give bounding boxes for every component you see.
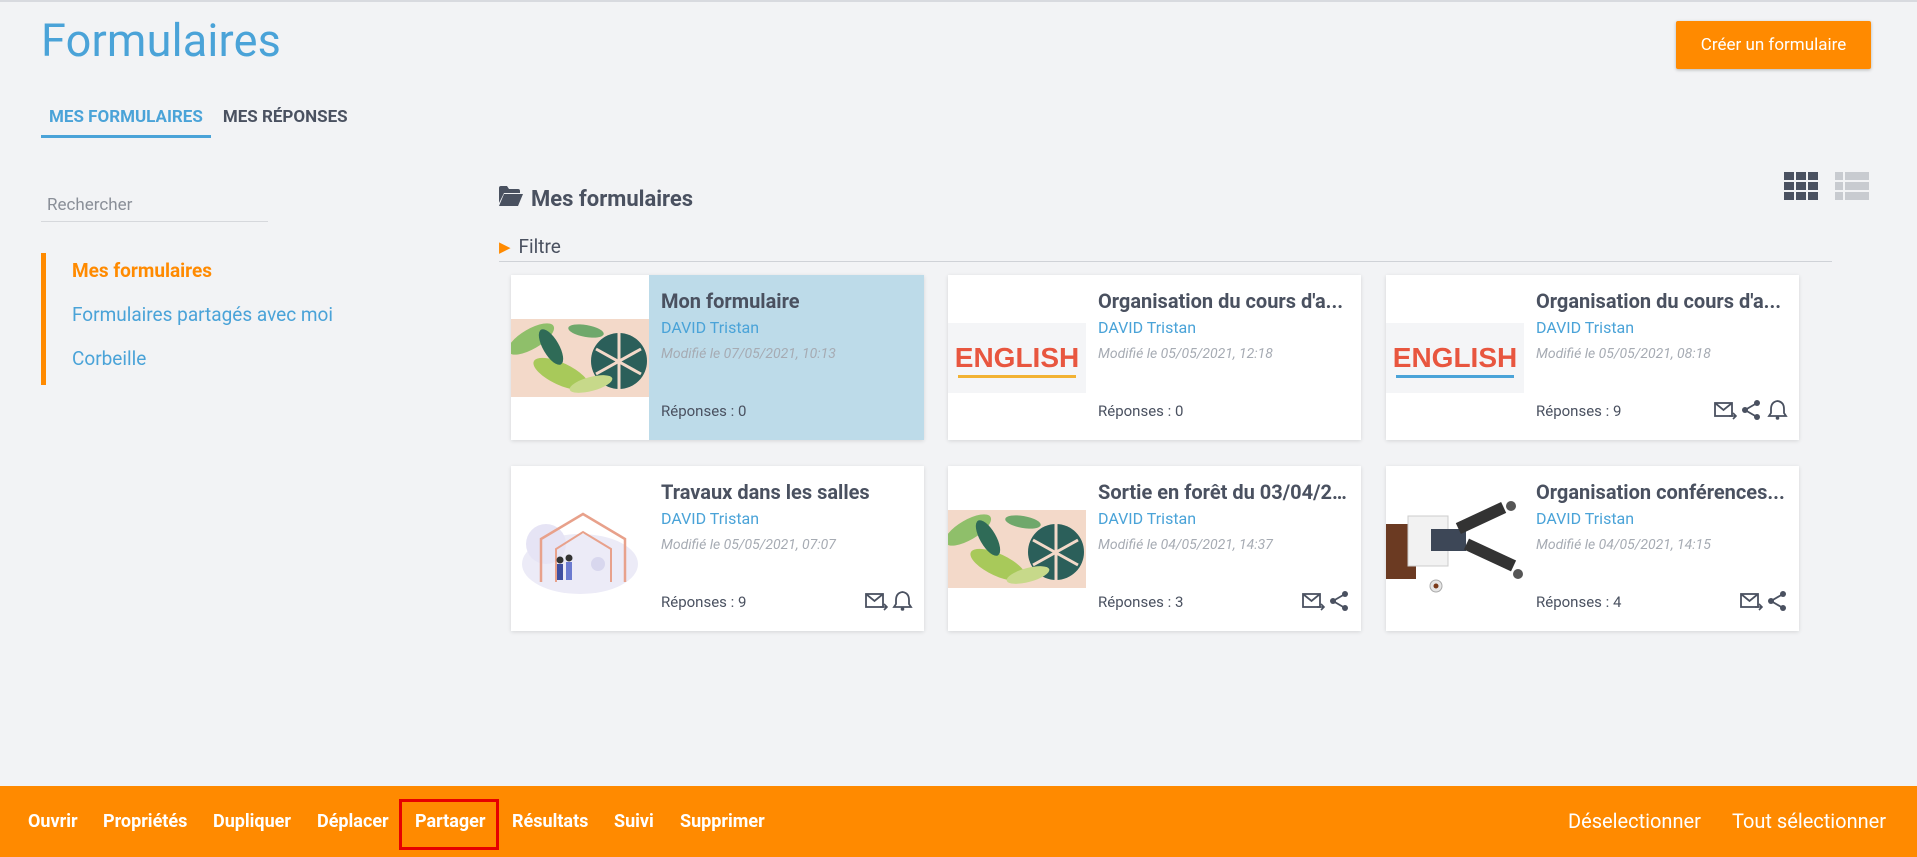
card-title: Organisation conférences... (1536, 480, 1785, 504)
english-thumbnail-text: ENGLISH (955, 342, 1079, 373)
action-deselectionner[interactable]: Déselectionner (1568, 786, 1701, 857)
sidebar-item-formulaires-partages[interactable]: Formulaires partagés avec moi (46, 297, 333, 341)
mail-icon[interactable] (1714, 399, 1738, 421)
grid-view-icon[interactable] (1784, 172, 1818, 200)
share-icon[interactable] (1766, 590, 1789, 612)
card-modified: Modifié le 05/05/2021, 12:18 (1098, 346, 1273, 362)
card-author: DAVID Tristan (661, 509, 760, 528)
section-title: Mes formulaires (499, 186, 693, 212)
card-info: Organisation du cours d'a... DAVID Trist… (1524, 275, 1799, 440)
action-resultats[interactable]: Résultats (512, 786, 588, 857)
tab-mes-reponses[interactable]: MES RÉPONSES (215, 104, 356, 138)
card-actions (1714, 399, 1789, 421)
card-author: DAVID Tristan (1098, 509, 1197, 528)
form-card[interactable]: Sortie en forêt du 03/04/2... DAVID Tris… (948, 466, 1361, 631)
card-actions (1302, 590, 1351, 612)
form-card[interactable]: Travaux dans les salles DAVID Tristan Mo… (511, 466, 924, 631)
card-info: Sortie en forêt du 03/04/2... DAVID Tris… (1086, 466, 1361, 631)
card-modified: Modifié le 05/05/2021, 08:18 (1536, 346, 1711, 362)
bottom-action-bar: Ouvrir Propriétés Dupliquer Déplacer Par… (0, 786, 1917, 857)
card-responses: Réponses : 0 (661, 402, 747, 420)
card-title: Travaux dans les salles (661, 480, 870, 504)
card-title: Sortie en forêt du 03/04/2... (1098, 480, 1349, 504)
bell-icon[interactable] (891, 590, 914, 612)
english-thumbnail: ENGLISH (1386, 275, 1524, 440)
card-actions (1740, 590, 1789, 612)
card-modified: Modifié le 04/05/2021, 14:15 (1536, 537, 1711, 553)
filter-label: Filtre (518, 235, 561, 258)
caret-right-icon: ▶ (499, 238, 511, 256)
mail-icon[interactable] (1740, 590, 1764, 612)
form-card[interactable]: Mon formulaire DAVID Tristan Modifié le … (511, 275, 924, 440)
english-thumbnail-text: ENGLISH (1393, 342, 1517, 373)
card-modified: Modifié le 07/05/2021, 10:13 (661, 346, 836, 362)
create-form-button[interactable]: Créer un formulaire (1676, 21, 1871, 69)
share-icon[interactable] (1740, 399, 1763, 421)
card-title: Mon formulaire (661, 289, 800, 313)
card-modified: Modifié le 04/05/2021, 14:37 (1098, 537, 1273, 553)
tropical-leaves-thumbnail (948, 466, 1086, 631)
card-info: Organisation conférences... DAVID Trista… (1524, 466, 1799, 631)
english-thumbnail: ENGLISH (948, 275, 1086, 440)
action-dupliquer[interactable]: Dupliquer (213, 786, 291, 857)
card-info: Mon formulaire DAVID Tristan Modifié le … (649, 275, 924, 440)
mail-icon[interactable] (865, 590, 889, 612)
filter-toggle[interactable]: ▶ Filtre (499, 234, 1832, 262)
card-modified: Modifié le 05/05/2021, 07:07 (661, 537, 836, 553)
form-card[interactable]: ENGLISH Organisation du cours d'a... DAV… (1386, 275, 1799, 440)
conference-illustration-thumbnail (1386, 466, 1524, 631)
action-deplacer[interactable]: Déplacer (317, 786, 389, 857)
action-suivi[interactable]: Suivi (614, 786, 654, 857)
tab-mes-formulaires[interactable]: MES FORMULAIRES (41, 104, 211, 138)
bell-icon[interactable] (1766, 399, 1789, 421)
folder-open-icon (499, 186, 531, 212)
form-card[interactable]: ENGLISH Organisation du cours d'a... DAV… (948, 275, 1361, 440)
list-view-icon[interactable] (1835, 172, 1869, 200)
card-info: Organisation du cours d'a... DAVID Trist… (1086, 275, 1361, 440)
section-title-text: Mes formulaires (531, 186, 694, 212)
house-illustration-thumbnail (511, 466, 649, 631)
card-responses: Réponses : 9 (1536, 402, 1622, 420)
card-actions (865, 590, 914, 612)
tropical-leaves-thumbnail (511, 275, 649, 440)
action-supprimer[interactable]: Supprimer (680, 786, 765, 857)
card-responses: Réponses : 4 (1536, 593, 1622, 611)
tab-bar: MES FORMULAIRES MES RÉPONSES (41, 104, 356, 140)
card-author: DAVID Tristan (661, 318, 760, 337)
card-author: DAVID Tristan (1536, 318, 1635, 337)
search-input[interactable] (41, 188, 268, 222)
highlight-box (399, 799, 499, 850)
card-title: Organisation du cours d'a... (1098, 289, 1344, 313)
card-author: DAVID Tristan (1536, 509, 1635, 528)
card-responses: Réponses : 9 (661, 593, 747, 611)
sidebar-item-corbeille[interactable]: Corbeille (46, 341, 333, 385)
mail-icon[interactable] (1302, 590, 1326, 612)
card-responses: Réponses : 3 (1098, 593, 1184, 611)
card-info: Travaux dans les salles DAVID Tristan Mo… (649, 466, 924, 631)
action-tout-selectionner[interactable]: Tout sélectionner (1732, 786, 1886, 857)
sidebar-nav: Mes formulaires Formulaires partagés ave… (41, 253, 333, 385)
page-title: Formulaires (41, 14, 282, 67)
action-ouvrir[interactable]: Ouvrir (28, 786, 78, 857)
card-responses: Réponses : 0 (1098, 402, 1184, 420)
top-border (0, 0, 1917, 2)
sidebar-item-mes-formulaires[interactable]: Mes formulaires (46, 253, 333, 297)
share-icon[interactable] (1328, 590, 1351, 612)
form-card[interactable]: Organisation conférences... DAVID Trista… (1386, 466, 1799, 631)
card-author: DAVID Tristan (1098, 318, 1197, 337)
card-title: Organisation du cours d'a... (1536, 289, 1782, 313)
action-proprietes[interactable]: Propriétés (103, 786, 187, 857)
